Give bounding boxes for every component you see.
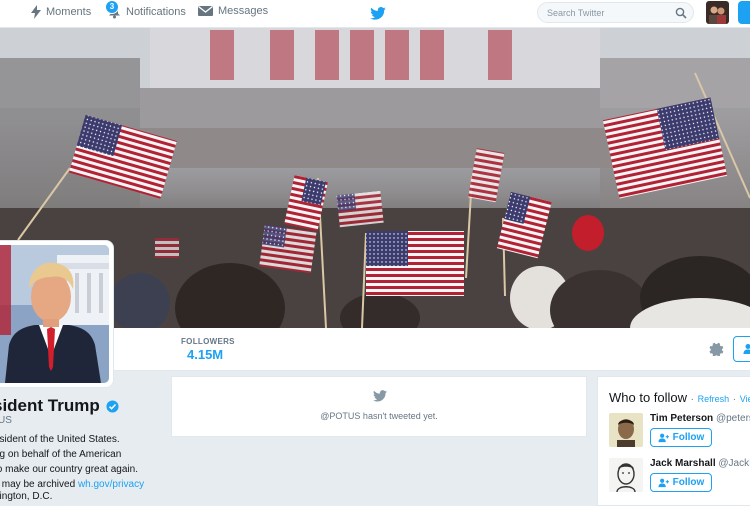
bio-line: s may be archived wh.gov/privacy bbox=[0, 477, 164, 492]
profile-name: sident Trump bbox=[0, 396, 119, 416]
refresh-link[interactable]: Refresh bbox=[698, 394, 730, 404]
add-user-icon bbox=[743, 343, 750, 355]
top-navigation: Moments 3 Notifications Messages bbox=[0, 0, 750, 28]
bio-line: to make our country great again. bbox=[0, 462, 164, 477]
timeline-empty-state: @POTUS hasn't tweeted yet. bbox=[171, 376, 587, 437]
bio-line-prefix: s may be archived bbox=[0, 479, 78, 490]
search-box bbox=[537, 2, 694, 23]
follow-button-label: Follow bbox=[673, 477, 705, 488]
follow-button[interactable]: Follow bbox=[650, 428, 712, 447]
tweet-button[interactable] bbox=[738, 1, 750, 24]
bio-line: esident of the United States. bbox=[0, 432, 164, 447]
nav-moments-label: Moments bbox=[46, 6, 91, 18]
add-user-icon bbox=[658, 478, 669, 488]
view-all-link[interactable]: View all bbox=[740, 394, 750, 404]
suggestion-name: Jack Marshall bbox=[650, 458, 716, 469]
suggestion-avatar[interactable] bbox=[609, 458, 643, 492]
suggestion-avatar[interactable] bbox=[609, 413, 643, 447]
profile-bio: esident of the United States. ng on beha… bbox=[0, 432, 164, 492]
verified-icon bbox=[106, 400, 119, 413]
mail-icon bbox=[198, 5, 213, 17]
suggestion-name-line[interactable]: Tim Peterson @peterso bbox=[650, 413, 750, 424]
nav-moments[interactable]: Moments bbox=[31, 5, 91, 19]
who-to-follow-panel: Who to follow · Refresh · View all Tim P… bbox=[597, 376, 750, 506]
nav-notifications[interactable]: 3 Notifications bbox=[108, 5, 186, 19]
bio-line: ng on behalf of the American bbox=[0, 447, 164, 462]
gear-icon[interactable] bbox=[709, 341, 724, 356]
suggestion-handle: @JackMa bbox=[718, 458, 750, 469]
add-user-icon bbox=[658, 433, 669, 443]
nav-notifications-label: Notifications bbox=[126, 6, 186, 18]
nav-messages[interactable]: Messages bbox=[198, 5, 268, 17]
twitter-logo[interactable] bbox=[370, 7, 386, 25]
follow-button-label: Follow bbox=[673, 432, 705, 443]
separator-dot: · bbox=[691, 394, 694, 405]
followers-label: FOLLOWERS bbox=[181, 337, 235, 346]
who-to-follow-title: Who to follow bbox=[609, 390, 687, 405]
profile-avatar[interactable] bbox=[0, 241, 113, 387]
account-avatar[interactable] bbox=[706, 1, 729, 24]
empty-timeline-message: @POTUS hasn't tweeted yet. bbox=[172, 411, 586, 421]
who-to-follow-header: Who to follow · Refresh · View all bbox=[609, 390, 750, 405]
search-icon[interactable] bbox=[675, 7, 687, 19]
profile-follow-button[interactable] bbox=[733, 336, 750, 362]
suggestion-handle: @peterso bbox=[716, 413, 750, 424]
suggestion-name-line[interactable]: Jack Marshall @JackMa bbox=[650, 458, 750, 469]
notification-count-badge: 3 bbox=[105, 0, 119, 14]
nav-messages-label: Messages bbox=[218, 5, 268, 17]
bird-icon bbox=[373, 390, 387, 402]
profile-name-text: sident Trump bbox=[0, 396, 100, 416]
bell-icon: 3 bbox=[108, 5, 121, 19]
bolt-icon bbox=[31, 5, 41, 19]
follow-button[interactable]: Follow bbox=[650, 473, 712, 492]
search-input[interactable] bbox=[538, 4, 672, 23]
suggestion-name: Tim Peterson bbox=[650, 413, 713, 424]
separator-dot: · bbox=[733, 394, 736, 405]
bio-privacy-link[interactable]: wh.gov/privacy bbox=[78, 479, 144, 490]
bird-logo-icon bbox=[370, 7, 386, 20]
profile-location: hington, D.C. bbox=[0, 491, 52, 502]
profile-handle: US bbox=[0, 415, 12, 426]
nav-home-partial[interactable] bbox=[0, 5, 4, 6]
followers-count: 4.15M bbox=[187, 347, 223, 362]
